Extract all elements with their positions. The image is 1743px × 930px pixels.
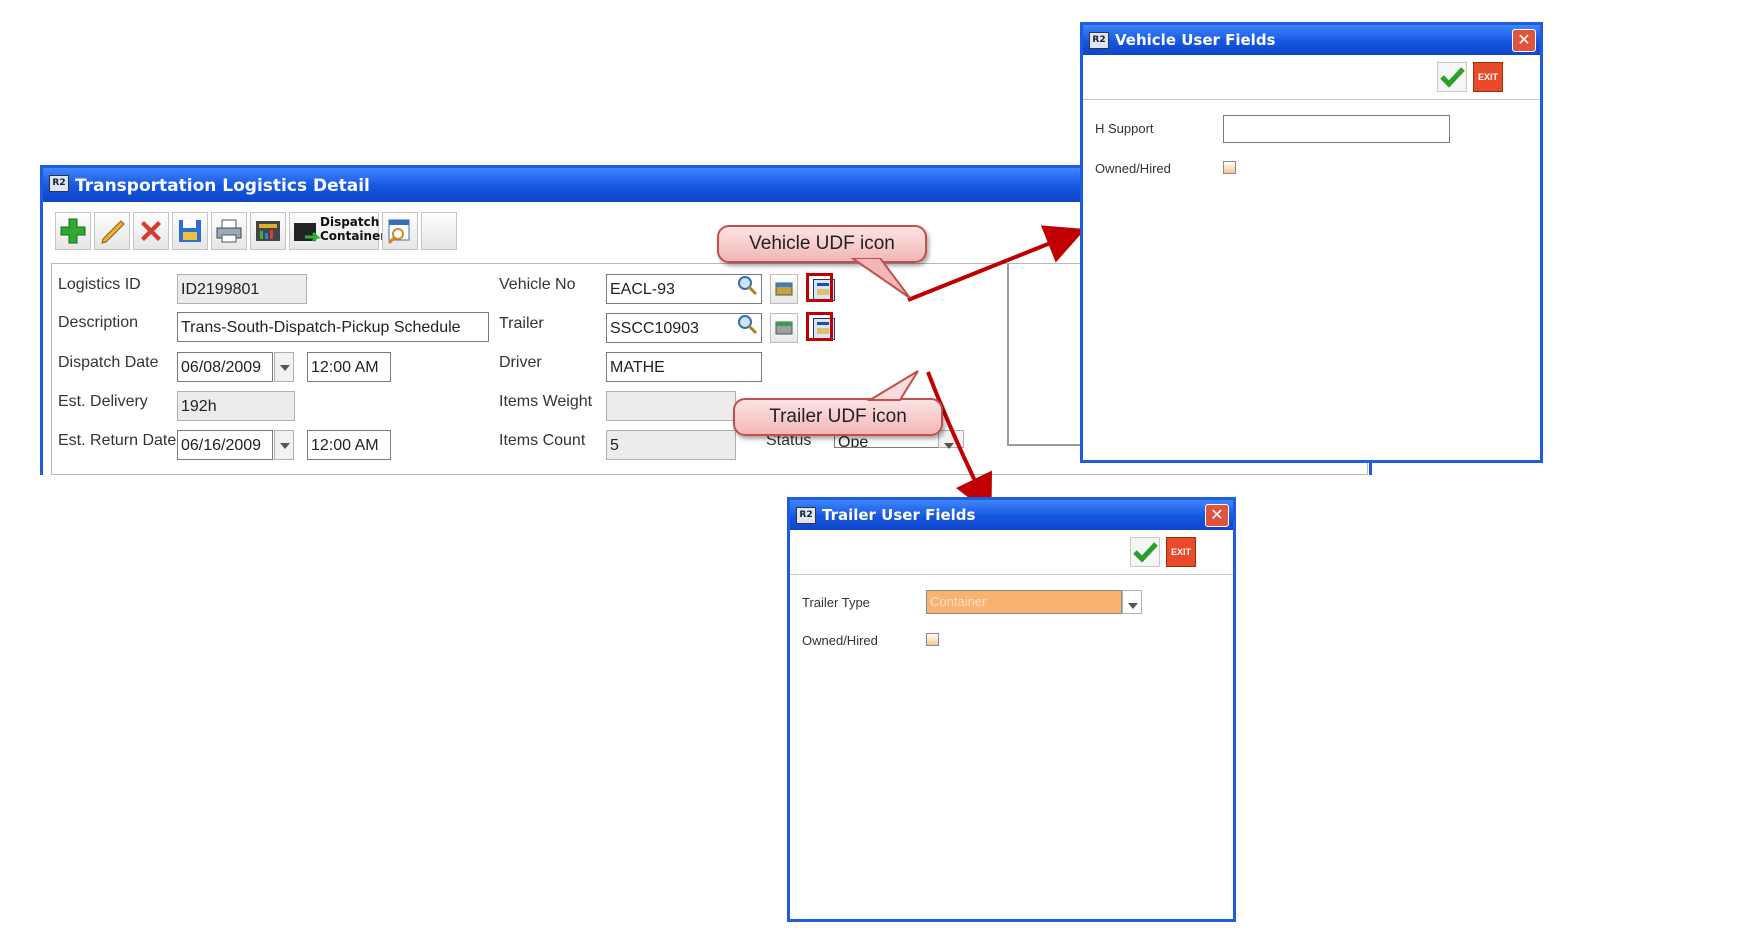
vehicle-dialog-title: Vehicle User Fields bbox=[1115, 31, 1276, 49]
h-support-label: H Support bbox=[1095, 121, 1154, 136]
trailer-type-dropdown[interactable] bbox=[1122, 590, 1142, 614]
vehicle-owned-hired-checkbox[interactable] bbox=[1223, 161, 1236, 174]
check-icon bbox=[1133, 542, 1158, 563]
trailer-dialog-title-bar: R2 Trailer User Fields ✕ bbox=[790, 500, 1233, 530]
close-button[interactable]: ✕ bbox=[1512, 29, 1536, 52]
trailer-owned-hired-checkbox[interactable] bbox=[926, 633, 939, 646]
exit-button[interactable]: EXIT bbox=[1473, 62, 1503, 92]
ok-button[interactable] bbox=[1437, 62, 1467, 92]
close-button[interactable]: ✕ bbox=[1205, 504, 1229, 527]
check-icon bbox=[1440, 67, 1465, 88]
trailer-udf-callout: Trailer UDF icon bbox=[733, 398, 943, 436]
vehicle-user-fields-dialog: R2 Vehicle User Fields ✕ EXIT H Support … bbox=[1080, 22, 1543, 463]
vehicle-dialog-title-bar: R2 Vehicle User Fields ✕ bbox=[1083, 25, 1540, 55]
trailer-type-label: Trailer Type bbox=[802, 595, 870, 610]
vehicle-owned-hired-label: Owned/Hired bbox=[1095, 161, 1171, 176]
trailer-arrow bbox=[926, 371, 992, 516]
vehicle-callout-pointer bbox=[850, 258, 911, 299]
trailer-dialog-toolbar: EXIT bbox=[790, 530, 1233, 575]
trailer-dialog-title: Trailer User Fields bbox=[822, 506, 976, 524]
ok-button[interactable] bbox=[1130, 537, 1160, 567]
app-icon: R2 bbox=[1089, 32, 1109, 49]
exit-button[interactable]: EXIT bbox=[1166, 537, 1196, 567]
trailer-user-fields-dialog: R2 Trailer User Fields ✕ EXIT Trailer Ty… bbox=[787, 497, 1236, 922]
vehicle-arrow bbox=[907, 225, 1086, 302]
vehicle-dialog-toolbar: EXIT bbox=[1083, 55, 1540, 100]
trailer-callout-pointer bbox=[866, 370, 919, 401]
app-icon: R2 bbox=[796, 507, 816, 524]
trailer-type-select[interactable]: Container bbox=[926, 590, 1122, 614]
trailer-owned-hired-label: Owned/Hired bbox=[802, 633, 878, 648]
h-support-field[interactable] bbox=[1223, 115, 1450, 143]
